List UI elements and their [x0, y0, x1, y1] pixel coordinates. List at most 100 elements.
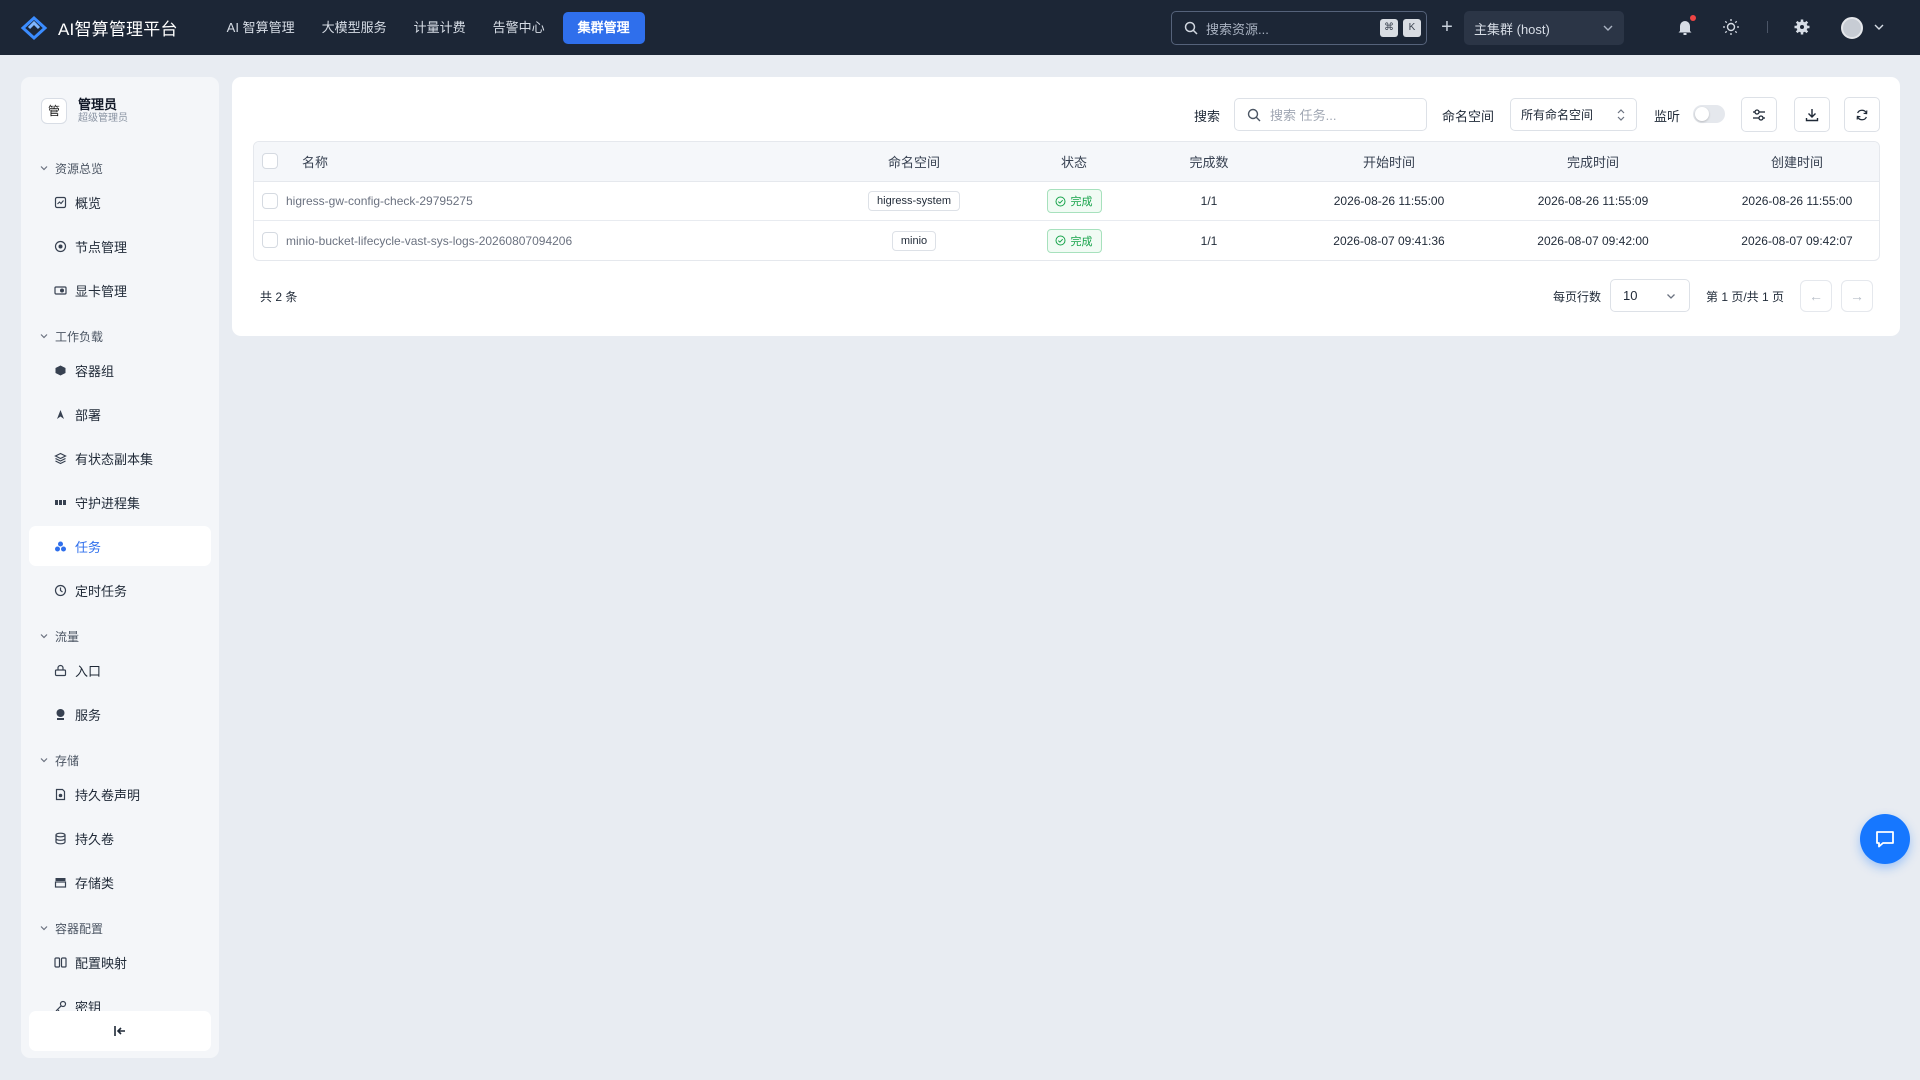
table-row[interactable]: minio-bucket-lifecycle-vast-sys-logs-202…: [254, 221, 1879, 260]
nav-group-workloads[interactable]: 工作负载: [39, 326, 103, 346]
node-icon: [53, 239, 67, 253]
chevron-updown-icon: [1617, 108, 1625, 121]
user-name: 管理员: [78, 97, 118, 112]
sidebar-item-pv[interactable]: 持久卷: [29, 818, 211, 858]
refresh-button[interactable]: [1844, 97, 1880, 132]
dashboard-icon: [53, 195, 67, 209]
toggle-knob: [1695, 107, 1709, 121]
column-header-created-time[interactable]: 创建时间: [1707, 142, 1879, 181]
nav-group-config[interactable]: 容器配置: [39, 918, 103, 938]
completions-cell: 1/1: [1200, 194, 1218, 208]
global-search-input[interactable]: 搜索资源... ⌘ K: [1171, 11, 1427, 45]
topnav-llm-service[interactable]: 大模型服务: [309, 12, 400, 44]
chevron-down-icon: [1603, 25, 1613, 31]
sidebar-item-deployments[interactable]: 部署: [29, 394, 211, 434]
nav-group-overview[interactable]: 资源总览: [39, 158, 103, 178]
nav-group-traffic[interactable]: 流量: [39, 626, 79, 646]
sidebar-item-label: 定时任务: [75, 583, 128, 599]
gear-icon[interactable]: [1792, 17, 1812, 37]
topnav-cluster[interactable]: 集群管理: [562, 11, 645, 44]
column-header-namespace[interactable]: 命名空间: [844, 142, 984, 181]
column-header-status[interactable]: 状态: [1024, 142, 1124, 181]
jobs-table: 名称 命名空间 状态 完成数 开始时间 完成时间 创建时间 higress-gw…: [253, 141, 1880, 261]
column-header-name[interactable]: 名称: [302, 142, 602, 181]
sidebar-item-services[interactable]: 服务: [29, 694, 211, 734]
column-header-completions[interactable]: 完成数: [1154, 142, 1264, 181]
rows-per-page-select[interactable]: 10: [1610, 279, 1690, 312]
user-avatar[interactable]: [1841, 17, 1863, 39]
page-info: 第 1 页/共 1 页: [1706, 290, 1785, 304]
watch-toggle[interactable]: [1693, 105, 1725, 123]
user-role: 超级管理员: [78, 113, 128, 124]
topnav-alerts[interactable]: 告警中心: [480, 12, 558, 44]
job-search-input[interactable]: 搜索 任务...: [1234, 98, 1427, 131]
column-header-start-time[interactable]: 开始时间: [1299, 142, 1479, 181]
add-icon[interactable]: +: [1436, 16, 1458, 38]
topnav-billing[interactable]: 计量计费: [401, 12, 479, 44]
clock-icon: [53, 583, 67, 597]
divider: [1767, 21, 1768, 33]
top-nav: AI 智算管理 大模型服务 计量计费 告警中心 集群管理: [214, 11, 646, 44]
top-bar: AI智算管理平台 AI 智算管理 大模型服务 计量计费 告警中心 集群管理 搜索…: [0, 0, 1920, 55]
cluster-select[interactable]: 主集群 (host): [1464, 11, 1624, 45]
download-button[interactable]: [1794, 97, 1830, 132]
row-checkbox[interactable]: [262, 193, 278, 209]
cluster-select-value: 主集群 (host): [1474, 21, 1550, 37]
sidebar-item-pods[interactable]: 容器组: [29, 350, 211, 390]
select-all-checkbox[interactable]: [262, 153, 278, 169]
sidebar-item-storageclass[interactable]: 存储类: [29, 862, 211, 902]
topnav-ai-compute[interactable]: AI 智算管理: [214, 12, 308, 44]
status-badge: 完成: [1046, 228, 1102, 253]
rows-per-page-label: 每页行数: [1553, 290, 1602, 304]
sidebar-item-pvc[interactable]: 持久卷声明: [29, 774, 211, 814]
sidebar-item-label: 节点管理: [75, 239, 128, 255]
chevron-down-icon: [40, 166, 48, 171]
namespace-badge: minio: [891, 230, 937, 251]
table-row[interactable]: higress-gw-config-check-29795275 higress…: [254, 182, 1879, 221]
sidebar-item-jobs[interactable]: 任务: [29, 526, 211, 566]
pvc-icon: [53, 787, 67, 801]
chevron-down-icon: [1667, 293, 1675, 299]
sidebar: 管 管理员 超级管理员 资源总览 概览 节点管理 显卡管理 工作负载 容器组 部…: [21, 77, 219, 1058]
job-name-link[interactable]: higress-gw-config-check-29795275: [286, 194, 473, 208]
sidebar-item-label: 守护进程集: [75, 495, 141, 511]
search-label: 搜索: [1194, 109, 1221, 124]
sidebar-item-overview[interactable]: 概览: [29, 182, 211, 222]
sidebar-item-cronjobs[interactable]: 定时任务: [29, 570, 211, 610]
sidebar-item-statefulsets[interactable]: 有状态副本集: [29, 438, 211, 478]
sidebar-item-ingress[interactable]: 入口: [29, 650, 211, 690]
job-name-link[interactable]: minio-bucket-lifecycle-vast-sys-logs-202…: [286, 234, 572, 248]
download-icon: [1805, 108, 1819, 121]
rows-per-page-value: 10: [1623, 288, 1638, 303]
chat-button[interactable]: [1860, 814, 1910, 864]
namespace-select[interactable]: 所有命名空间: [1510, 98, 1637, 131]
brand-name: AI智算管理平台: [58, 20, 178, 39]
row-checkbox[interactable]: [262, 232, 278, 248]
search-icon: [1184, 21, 1198, 35]
next-page-button[interactable]: →: [1841, 280, 1873, 312]
sidebar-item-daemonsets[interactable]: 守护进程集: [29, 482, 211, 522]
nav-group-storage[interactable]: 存储: [39, 750, 79, 770]
namespace-select-value: 所有命名空间: [1521, 108, 1594, 122]
chevron-down-icon: [40, 634, 48, 639]
prev-page-button[interactable]: ←: [1800, 280, 1832, 312]
sidebar-item-configmaps[interactable]: 配置映射: [29, 942, 211, 982]
check-circle-icon: [1055, 235, 1065, 246]
notification-dot: [1690, 15, 1696, 21]
sidebar-item-label: 存储类: [75, 875, 115, 891]
sidebar-item-gpu[interactable]: 显卡管理: [29, 270, 211, 310]
sidebar-item-label: 容器组: [75, 363, 115, 379]
start-time-cell: 2026-08-26 11:55:00: [1333, 194, 1445, 208]
column-settings-button[interactable]: [1741, 97, 1777, 132]
chevron-down-icon[interactable]: [1872, 20, 1886, 34]
nav-group-label: 容器配置: [55, 921, 104, 936]
brand[interactable]: AI智算管理平台: [20, 14, 178, 42]
column-header-finish-time[interactable]: 完成时间: [1503, 142, 1683, 181]
sidebar-collapse-button[interactable]: [29, 1011, 211, 1051]
jobs-panel: 搜索 搜索 任务... 命名空间 所有命名空间 监听 名称 命名空间 状态 完成…: [232, 77, 1900, 336]
sidebar-item-nodes[interactable]: 节点管理: [29, 226, 211, 266]
total-count: 共 2 条: [260, 290, 298, 304]
created-time-cell: 2026-08-07 09:42:07: [1741, 233, 1853, 248]
theme-sun-icon[interactable]: [1721, 17, 1741, 37]
watch-label: 监听: [1654, 109, 1681, 124]
